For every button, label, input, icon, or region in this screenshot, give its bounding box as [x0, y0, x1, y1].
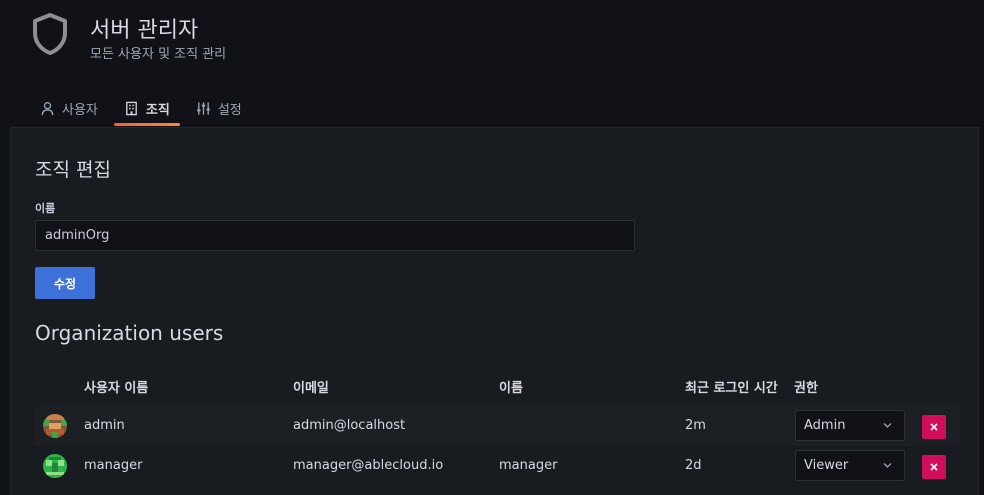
save-button[interactable]: 수정 [35, 267, 95, 299]
avatar [43, 454, 67, 478]
table-row: manager manager@ablecloud.io manager 2d … [35, 446, 960, 486]
user-icon [41, 102, 54, 116]
shield-icon [33, 13, 67, 55]
sliders-icon [196, 102, 210, 115]
user-name: manager [499, 458, 558, 473]
table-row: admin admin@localhost 2m Admin [35, 406, 960, 446]
role-select[interactable]: Viewer [795, 450, 905, 481]
tab-users[interactable]: 사용자 [30, 92, 108, 125]
column-header-role: 권한 [794, 381, 818, 396]
column-header-last-seen: 최근 로그인 시간 [685, 381, 778, 396]
user-email: admin@localhost [293, 418, 406, 433]
role-select[interactable]: Admin [795, 410, 905, 441]
tab-orgs[interactable]: 조직 [113, 92, 180, 126]
page-header: 서버 관리자 모든 사용자 및 조직 관리 사용자 조직 설정 [0, 0, 984, 128]
close-icon [930, 463, 938, 471]
close-icon [930, 423, 938, 431]
building-icon [126, 101, 137, 116]
org-name-input[interactable] [35, 220, 635, 251]
column-header-name: 이름 [499, 381, 523, 396]
tab-orgs-label: 조직 [145, 103, 170, 118]
tab-settings[interactable]: 설정 [186, 92, 252, 125]
tab-settings-label: 설정 [217, 103, 242, 118]
remove-user-button[interactable] [922, 455, 946, 479]
page-subtitle: 모든 사용자 및 조직 관리 [90, 47, 227, 62]
user-login: manager [84, 458, 143, 473]
tab-bar: 사용자 조직 설정 [30, 92, 258, 128]
column-header-email: 이메일 [293, 381, 329, 396]
column-header-login: 사용자 이름 [84, 381, 149, 396]
page-title: 서버 관리자 [90, 18, 199, 43]
chevron-down-icon [883, 423, 892, 428]
user-email: manager@ablecloud.io [293, 458, 444, 473]
content-panel: 조직 편집 이름 수정 Organization users 사용자 이름 이메… [10, 127, 979, 495]
org-users-heading: Organization users [35, 321, 224, 345]
user-login: admin [84, 418, 125, 433]
tab-users-label: 사용자 [62, 103, 98, 118]
name-field-label: 이름 [35, 202, 56, 215]
avatar [43, 414, 67, 438]
user-last-seen: 2m [685, 418, 706, 433]
edit-org-heading: 조직 편집 [35, 159, 111, 181]
chevron-down-icon [883, 463, 892, 468]
user-last-seen: 2d [685, 458, 702, 473]
remove-user-button[interactable] [922, 415, 946, 439]
role-select-value: Admin [804, 418, 846, 433]
role-select-value: Viewer [804, 458, 849, 473]
